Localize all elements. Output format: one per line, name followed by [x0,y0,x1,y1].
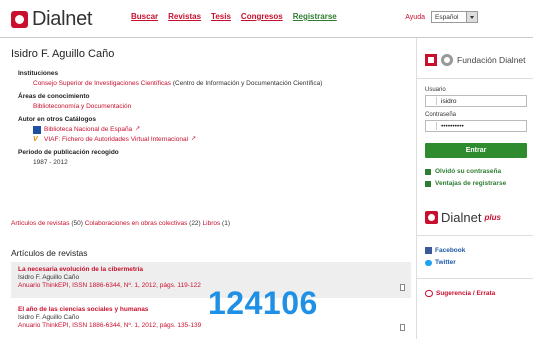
external-link-icon: ↗ [135,126,141,132]
dialnet-plus-icon [425,211,438,224]
author-name: Isidro F. Aguillo Caño [11,48,115,60]
period-value: 1987 - 2012 [33,159,68,166]
count-articles-number: (50) [69,220,83,227]
foundation-circle-icon [441,54,453,66]
twitter-link[interactable]: Twitter [425,259,456,266]
articles-section-title: Artículos de revistas [11,248,88,258]
twitter-icon [425,259,432,266]
foundation-name: Fundación Dialnet [457,55,526,65]
bne-icon [33,125,41,134]
nav-buscar[interactable]: Buscar [131,12,158,21]
language-area: Ayuda Español [405,11,478,23]
viaf-icon: V [33,135,38,143]
catalog-item-viaf[interactable]: V VIAF: Fichero de Autoridades Virtual I… [33,135,411,144]
nav-congresos[interactable]: Congresos [241,12,283,21]
arrow-icon [425,168,431,175]
divider [417,78,533,79]
key-icon [427,122,437,130]
site-header: Dialnet Buscar Revistas Tesis Congresos … [0,0,533,38]
count-collab-number: (22) [187,220,201,227]
institutions-title: Instituciones [18,70,59,77]
catalog-viaf-label[interactable]: VIAF: Fichero de Autoridades Virtual Int… [44,135,188,144]
areas-body: Biblioteconomía y Documentación [33,102,411,111]
facebook-link[interactable]: Facebook [425,247,465,254]
facebook-label: Facebook [435,247,466,254]
nav-tesis[interactable]: Tesis [211,12,231,21]
divider [417,235,533,236]
document-icon[interactable] [400,324,405,331]
institutions-body: Consejo Superior de Investigaciones Cien… [33,79,411,88]
main-nav: Buscar Revistas Tesis Congresos Registra… [131,12,347,21]
article-author[interactable]: Isidro F. Aguillo Caño [18,274,404,281]
article-source[interactable]: Anuario ThinkEPI, ISSN 1886-6344, Nº. 1,… [18,322,404,329]
article-title[interactable]: La necesaria evolución de la cibermetría [18,266,404,273]
catalog-item-bne[interactable]: Biblioteca Nacional de España ↗ [33,125,411,134]
area-link[interactable]: Biblioteconomía y Documentación [33,103,131,110]
password-field[interactable]: •••••••••• [425,120,527,132]
user-icon [427,97,437,105]
count-articles-link[interactable]: Artículos de revistas [11,220,70,227]
language-select[interactable]: Español [431,11,478,23]
count-collab-link[interactable]: Colaboraciones en obras colectivas [85,220,188,227]
password-label: Contraseña [425,112,457,118]
period-title: Periodo de publicación recogido [18,149,119,156]
catalogs-title: Autor en otros Catálogos [18,116,97,123]
twitter-label: Twitter [435,259,456,266]
plus-text: Dialnet [441,210,482,225]
foundation-logo[interactable]: Fundación Dialnet [425,54,526,66]
dialnet-logo-icon [11,10,28,28]
publication-counts: Artículos de revistas (50) Colaboracione… [11,220,230,227]
catalogs-body: Biblioteca Nacional de España ↗ V VIAF: … [33,125,411,144]
areas-title: Áreas de conocimiento [18,93,90,100]
count-books-link[interactable]: Libros [203,220,221,227]
author-profile: Isidro F. Aguillo Caño Instituciones Con… [11,48,411,167]
nav-registrarse[interactable]: Registrarse [293,12,337,21]
language-value: Español [435,14,459,21]
logo-text: Dialnet [32,8,93,30]
advantages-link[interactable]: Ventajas de registrarse [425,180,506,187]
password-value: •••••••••• [441,123,464,130]
suggestion-label: Sugerencia / Errata [436,290,496,297]
institution-link[interactable]: Consejo Superior de Investigaciones Cien… [33,80,171,87]
document-icon[interactable] [400,284,405,291]
count-books-number: (1) [220,220,230,227]
divider [417,278,533,279]
user-value: isidro [441,98,457,105]
sidebar: Fundación Dialnet Usuario isidro Contras… [416,38,533,339]
dialnet-logo[interactable]: Dialnet [11,9,92,29]
nav-revistas[interactable]: Revistas [168,12,201,21]
dialnet-plus-logo[interactable]: Dialnet plus [425,210,501,225]
arrow-icon [425,180,431,187]
external-link-icon: ↗ [191,136,197,142]
user-label: Usuario [425,87,446,93]
user-field[interactable]: isidro [425,95,527,107]
help-link[interactable]: Ayuda [405,14,425,21]
plus-tag: plus [484,213,501,222]
forgot-password-link[interactable]: Olvidó su contraseña [425,168,501,175]
speech-bubble-icon [425,290,433,297]
catalog-bne-label[interactable]: Biblioteca Nacional de España [44,125,132,134]
chevron-down-icon [466,12,477,22]
institution-suffix: (Centro de Información y Documentación C… [171,80,323,87]
facebook-icon [425,247,432,254]
forgot-password-label: Olvidó su contraseña [435,168,502,175]
foundation-mark-icon [425,54,437,66]
login-button[interactable]: Entrar [425,143,527,158]
suggestion-link[interactable]: Sugerencia / Errata [425,290,495,297]
advantages-label: Ventajas de registrarse [435,180,507,187]
overlay-number: 124106 [208,285,318,321]
